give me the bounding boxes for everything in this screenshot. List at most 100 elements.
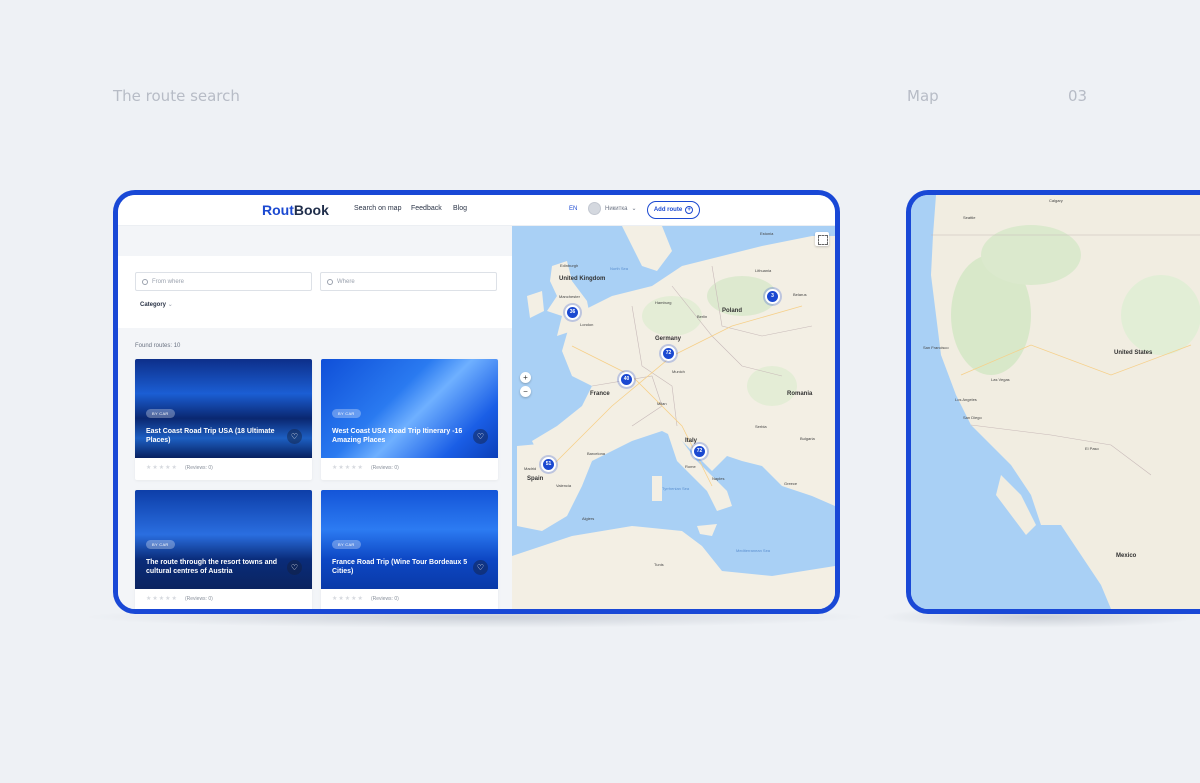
heart-icon[interactable]: ♡ <box>473 560 488 575</box>
map-label-city: Bulgaria <box>800 436 815 441</box>
slide-number: 03 <box>1068 87 1088 105</box>
map-label-city: Madrid <box>524 466 537 471</box>
transport-badge: BY CAR <box>332 540 361 549</box>
from-where-input[interactable]: From where <box>135 272 312 291</box>
map-label-country: Estonia <box>760 231 774 236</box>
map-label-city: Algiers <box>582 516 595 521</box>
route-card[interactable]: BY CAR The route through the resort town… <box>135 490 312 609</box>
chevron-down-icon: ⌄ <box>631 206 637 212</box>
map-label-city: San Francisco <box>923 345 949 350</box>
zoom-out-button[interactable]: − <box>520 386 531 397</box>
transport-badge: BY CAR <box>146 540 175 549</box>
route-title[interactable]: East Coast Road Trip USA (18 Ultimate Pl… <box>146 427 286 445</box>
map-label-country: Belarus <box>793 292 807 297</box>
map-caption: Map <box>907 87 939 105</box>
rating-stars: ★★★★★ <box>146 465 178 471</box>
map-label-city: Munich <box>672 369 685 374</box>
map-label-city: London <box>580 322 594 327</box>
usa-map[interactable] <box>911 195 1200 609</box>
map-cluster-marker[interactable]: 40 <box>619 372 634 387</box>
nav-feedback[interactable]: Feedback <box>411 205 442 212</box>
laptop-frame: RoutBook Search on map Feedback Blog EN … <box>113 190 840 614</box>
map-label-country: Lithuania <box>755 268 772 273</box>
where-input[interactable]: Where <box>320 272 497 291</box>
map-label-city: Greece <box>784 481 798 486</box>
map-label-country: United Kingdom <box>559 276 606 282</box>
map-label-city: Las Vegas <box>991 377 1010 382</box>
map-label-city: San Diego <box>963 415 982 420</box>
heart-icon[interactable]: ♡ <box>287 429 302 444</box>
add-route-label: Add route <box>653 207 683 213</box>
route-card[interactable]: BY CAR West Coast USA Road Trip Itinerar… <box>321 359 498 480</box>
top-navbar: RoutBook Search on map Feedback Blog EN … <box>118 195 835 226</box>
map-label-country: Poland <box>722 308 743 314</box>
username: Никитка <box>605 205 628 212</box>
map-label-city: Hamburg <box>655 300 672 305</box>
map-label-country: Spain <box>527 476 544 482</box>
reviews-count: (Reviews: 0) <box>371 596 399 602</box>
plus-icon: + <box>685 206 694 214</box>
rating-stars: ★★★★★ <box>332 465 364 471</box>
map-screen: United States Mexico San Francisco Las V… <box>911 195 1200 609</box>
rating-stars: ★★★★★ <box>332 596 364 602</box>
zoom-in-button[interactable]: + <box>520 372 531 383</box>
map-label-country: Germany <box>655 336 682 342</box>
rating-stars: ★★★★★ <box>146 596 178 602</box>
route-title[interactable]: West Coast USA Road Trip Itinerary -16 A… <box>332 427 472 445</box>
map-label-city: Naples <box>712 476 725 481</box>
category-dropdown[interactable]: Category ⌄ <box>140 301 173 308</box>
route-title[interactable]: The route through the resort towns and c… <box>146 558 286 576</box>
map-label-city: Barcelona <box>587 451 606 456</box>
reviews-count: (Reviews: 0) <box>185 465 213 471</box>
map-label-country: Mexico <box>1116 553 1137 559</box>
user-menu[interactable]: Никитка ⌄ <box>588 202 637 215</box>
transport-badge: BY CAR <box>146 409 175 418</box>
map-label-city: Calgary <box>1049 198 1063 203</box>
laptop-frame-secondary: United States Mexico San Francisco Las V… <box>906 190 1200 614</box>
map-label-city: Tunis <box>654 562 664 567</box>
nav-blog[interactable]: Blog <box>453 205 467 212</box>
map-cluster-marker[interactable]: 72 <box>692 444 707 459</box>
reviews-count: (Reviews: 0) <box>371 465 399 471</box>
map-label-sea: North Sea <box>610 266 629 271</box>
map-label-country: Italy <box>685 438 698 444</box>
map-label-city: Serbia <box>755 424 767 429</box>
europe-map[interactable]: United Kingdom Germany Poland France Rom… <box>512 226 835 609</box>
search-icon <box>142 278 148 285</box>
map-tiles <box>512 226 835 609</box>
search-filters: From where Where Category ⌄ <box>118 256 512 328</box>
map-label-sea: Mediterranean Sea <box>736 548 771 553</box>
section-caption: The route search <box>113 87 240 105</box>
add-route-button[interactable]: Add route + <box>647 201 700 219</box>
logo[interactable]: RoutBook <box>262 202 329 218</box>
map-label-city: Seattle <box>963 215 976 220</box>
map-cluster-marker[interactable]: 51 <box>541 457 556 472</box>
map-label-country: France <box>590 391 610 397</box>
where-placeholder: Where <box>337 278 355 285</box>
map-label-country: Romania <box>787 391 813 397</box>
map-label-country: United States <box>1114 350 1153 356</box>
map-label-city: Manchester <box>559 294 580 299</box>
map-cluster-marker[interactable]: 36 <box>565 305 580 320</box>
heart-icon[interactable]: ♡ <box>287 560 302 575</box>
heart-icon[interactable]: ♡ <box>473 429 488 444</box>
map-label-city: Edinburgh <box>560 263 579 268</box>
fullscreen-icon[interactable] <box>815 232 829 246</box>
route-list-panel: From where Where Category ⌄ Found routes… <box>118 226 512 609</box>
transport-badge: BY CAR <box>332 409 361 418</box>
route-card[interactable]: BY CAR East Coast Road Trip USA (18 Ulti… <box>135 359 312 480</box>
reviews-count: (Reviews: 0) <box>185 596 213 602</box>
found-routes-count: Found routes: 10 <box>135 343 181 349</box>
map-label-city: Berlin <box>697 314 708 319</box>
map-cluster-marker[interactable]: 72 <box>661 346 676 361</box>
route-title[interactable]: France Road Trip (Wine Tour Bordeaux 5 C… <box>332 558 472 576</box>
chevron-down-icon: ⌄ <box>167 302 173 308</box>
map-label-city: Los Angeles <box>955 397 977 402</box>
language-switch[interactable]: EN <box>569 206 577 212</box>
map-label-city: El Paso <box>1085 446 1099 451</box>
from-where-placeholder: From where <box>152 278 185 285</box>
nav-search-on-map[interactable]: Search on map <box>354 205 401 212</box>
search-icon <box>327 278 333 285</box>
map-cluster-marker[interactable]: 3 <box>765 289 780 304</box>
route-card[interactable]: BY CAR France Road Trip (Wine Tour Borde… <box>321 490 498 609</box>
